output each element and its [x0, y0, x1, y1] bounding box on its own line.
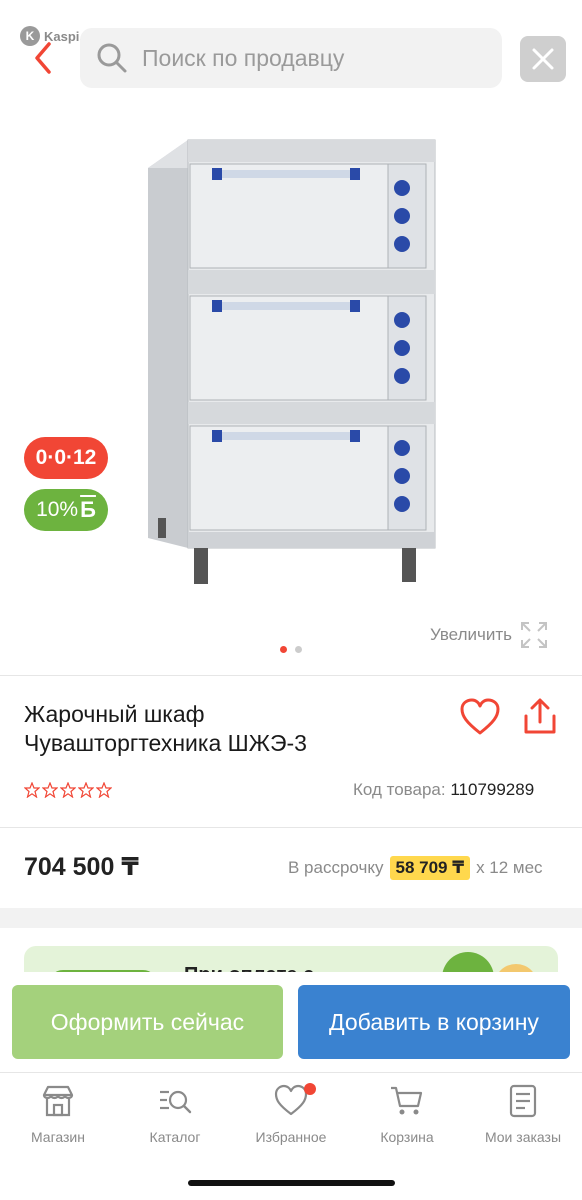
sku-value: 110799289 — [450, 780, 535, 799]
product-code: Код товара: 110799289 — [353, 780, 534, 800]
tab-label: Избранное — [255, 1129, 327, 1145]
chevron-left-icon — [35, 42, 51, 74]
cart-icon — [391, 1086, 423, 1115]
header: K Kaspi.kz — [0, 0, 582, 100]
action-bar: Оформить сейчас Добавить в корзину — [0, 972, 582, 1072]
gallery-pagination — [280, 646, 302, 653]
tab-label: Мои заказы — [484, 1129, 562, 1145]
orders-icon — [509, 1084, 537, 1118]
catalog-search-icon — [160, 1090, 192, 1114]
product-oven-image[interactable] — [140, 138, 440, 588]
add-to-cart-button[interactable]: Добавить в корзину — [298, 985, 570, 1059]
installment-badge: 0·0·12 — [24, 437, 108, 479]
star-empty-icon — [42, 782, 58, 798]
expand-icon — [521, 622, 547, 648]
search-input[interactable] — [142, 44, 472, 72]
close-button[interactable] — [520, 36, 566, 82]
heart-outline-icon — [460, 698, 500, 735]
tab-label: Магазин — [30, 1129, 85, 1145]
product-price: 704 500 ₸ — [24, 853, 139, 881]
pagination-dot-1[interactable] — [280, 646, 287, 653]
installment-suffix: x 12 мес — [476, 858, 543, 877]
divider — [0, 675, 582, 676]
product-title-line2: Чувашторгтехника ШЖЭ-3 — [24, 730, 307, 756]
shop-icon — [42, 1085, 74, 1117]
tab-label: Корзина — [380, 1129, 434, 1145]
star-empty-icon — [96, 782, 112, 798]
notification-dot — [304, 1083, 316, 1095]
product-gallery[interactable]: 0·0·12 10% Б Увеличить — [0, 100, 582, 675]
section-separator — [0, 908, 582, 928]
zoom-button[interactable]: Увеличить — [430, 621, 548, 649]
back-button[interactable] — [28, 38, 58, 78]
star-empty-icon — [60, 782, 76, 798]
product-title-line1: Жарочный шкаф — [24, 701, 205, 727]
star-empty-icon — [24, 782, 40, 798]
installment-prefix: В рассрочку — [288, 858, 384, 877]
tab-favorites[interactable]: Избранное — [241, 1083, 341, 1145]
tab-orders[interactable]: Мои заказы — [473, 1083, 573, 1145]
sku-label: Код товара: — [353, 780, 446, 799]
bonus-symbol: Б — [80, 497, 96, 522]
divider — [0, 827, 582, 828]
tab-cart[interactable]: Корзина — [357, 1083, 457, 1145]
search-box[interactable] — [80, 28, 502, 88]
pagination-dot-2[interactable] — [295, 646, 302, 653]
order-now-button[interactable]: Оформить сейчас — [12, 985, 283, 1059]
tab-catalog[interactable]: Каталог — [125, 1083, 225, 1145]
home-indicator[interactable] — [188, 1180, 395, 1186]
rating-stars[interactable] — [24, 782, 112, 798]
zoom-label: Увеличить — [430, 625, 512, 644]
installment-amount: 58 709 ₸ — [389, 856, 471, 880]
star-empty-icon — [78, 782, 94, 798]
product-title: Жарочный шкаф Чувашторгтехника ШЖЭ-3 — [24, 700, 444, 758]
close-icon — [532, 48, 554, 70]
share-icon — [524, 698, 556, 734]
add-to-favorites-button[interactable] — [460, 698, 500, 736]
tab-shop[interactable]: Магазин — [8, 1083, 108, 1145]
installment-info: В рассрочку 58 709 ₸ x 12 мес — [288, 856, 543, 880]
tab-label: Каталог — [149, 1129, 201, 1145]
share-button[interactable] — [522, 698, 558, 736]
search-icon — [97, 43, 127, 73]
bonus-percent: 10% — [36, 498, 79, 521]
bonus-badge: 10% Б — [24, 489, 108, 531]
